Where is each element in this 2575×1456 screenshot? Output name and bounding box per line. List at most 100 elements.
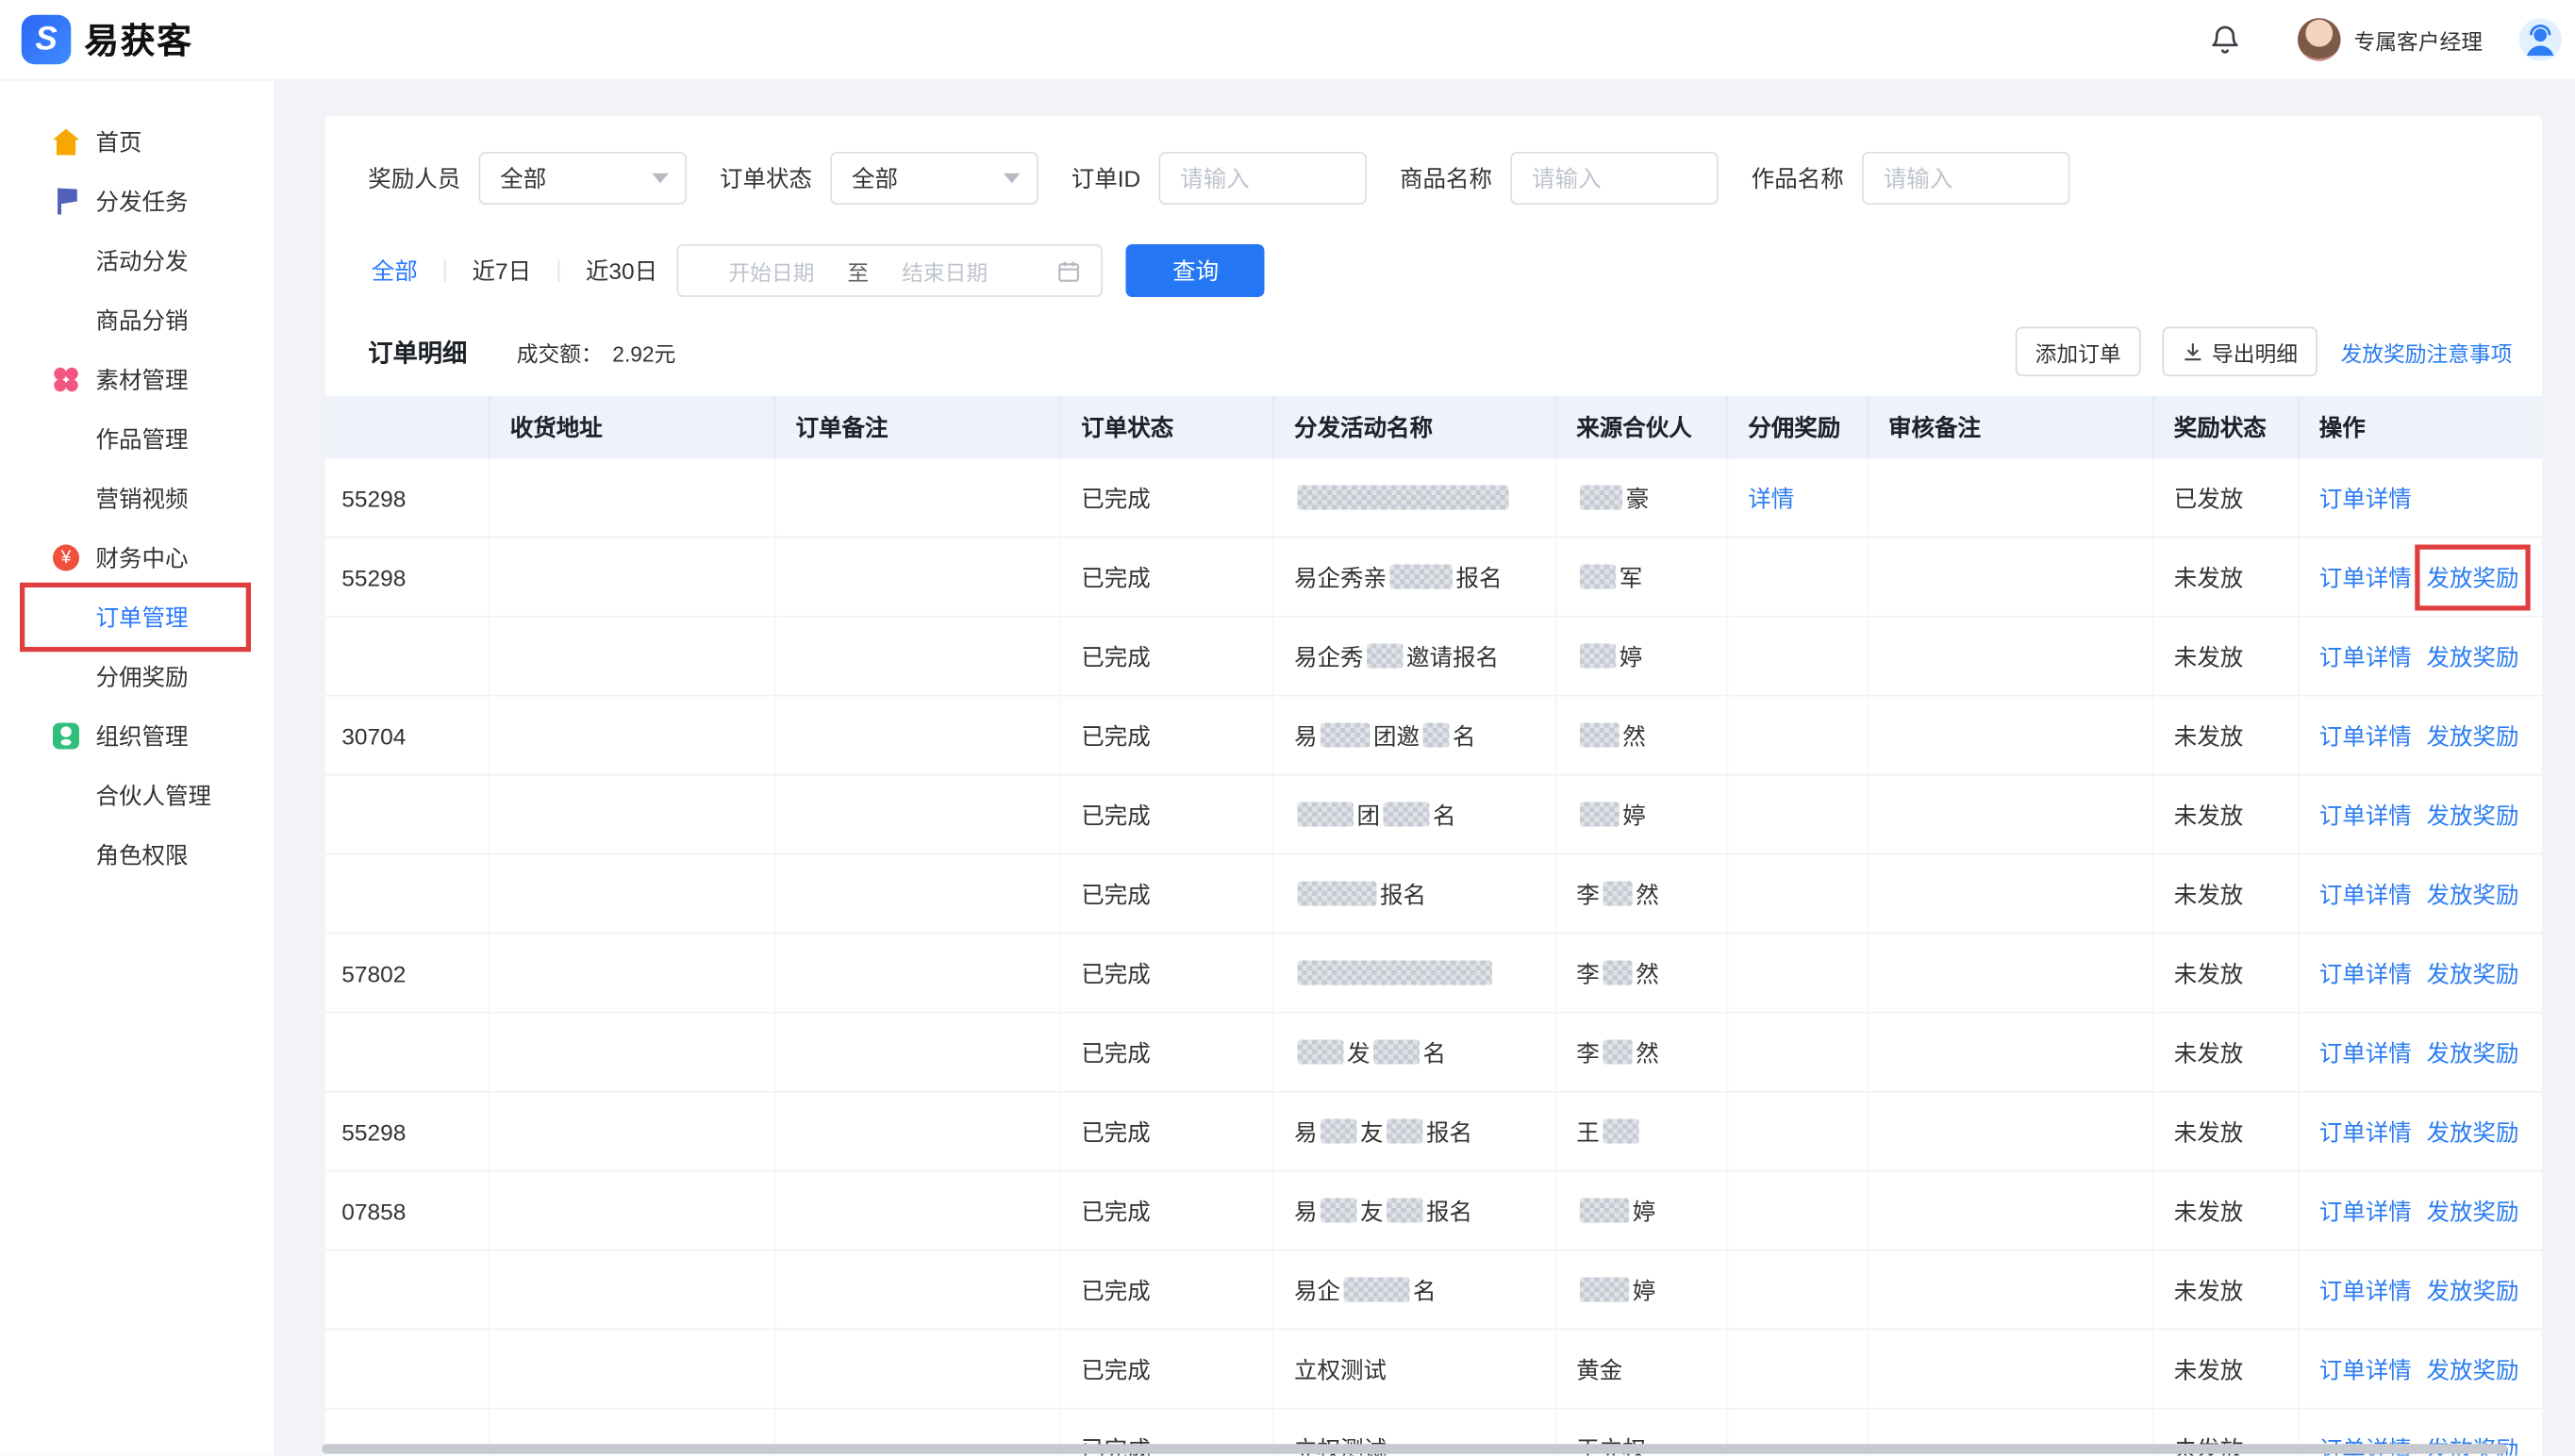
censored-blur [1603, 1119, 1639, 1144]
grant-reward-link[interactable]: 发放奖励 [2427, 1352, 2519, 1385]
cell-text: 军 [1620, 560, 1643, 593]
actions-cell: 订单详情发放奖励 [2300, 538, 2542, 616]
order-detail-link[interactable]: 订单详情 [2319, 639, 2412, 672]
partner-cell: 然 [1556, 697, 1728, 774]
sidebar-item-distribution-tasks[interactable]: 分发任务 [0, 172, 274, 231]
quick-filter-all[interactable]: 全部 [372, 255, 418, 288]
order-detail-link[interactable]: 订单详情 [2319, 1352, 2412, 1385]
work-name-input[interactable] [1862, 152, 2070, 205]
commission-detail-link[interactable]: 详情 [1748, 481, 1794, 514]
product-name-input[interactable] [1510, 152, 1719, 205]
cell-text: 名 [1433, 798, 1456, 831]
horizontal-scrollbar[interactable] [322, 1444, 2575, 1454]
partner-cell: 军 [1556, 538, 1728, 616]
sidebar-item-marketing-videos[interactable]: 营销视频 [0, 469, 274, 528]
start-date-placeholder: 开始日期 [699, 255, 844, 286]
date-range-picker[interactable]: 开始日期 至 结束日期 [677, 244, 1104, 297]
sidebar-item-works-management[interactable]: 作品管理 [0, 409, 274, 469]
amount-label: 成交额： [517, 336, 603, 367]
sidebar-item-organization-management[interactable]: 组织管理 [0, 706, 274, 766]
sidebar-item-partner-management[interactable]: 合伙人管理 [0, 766, 274, 825]
amount-value: 2.92元 [612, 336, 675, 367]
order-detail-link[interactable]: 订单详情 [2319, 481, 2412, 514]
finance-icon [53, 545, 79, 571]
app-root: S 易获客 专属客户经理 首页 [0, 0, 2575, 1456]
sidebar-item-label: 活动分发 [96, 248, 189, 274]
censored-blur [1373, 1040, 1420, 1065]
grant-reward-link[interactable]: 发放奖励 [2427, 1035, 2519, 1068]
order-detail-link[interactable]: 订单详情 [2319, 1273, 2412, 1306]
grant-reward-link[interactable]: 发放奖励 [2427, 1115, 2519, 1148]
grant-reward-link[interactable]: 发放奖励 [2427, 1273, 2519, 1306]
reward-status-cell: 未发放 [2154, 1093, 2300, 1170]
commission-cell [1728, 538, 1869, 616]
order-detail-link[interactable]: 订单详情 [2319, 719, 2412, 752]
section-toolbar: 订单明细 成交额： 2.92元 添加订单 导出明细 发放奖励注意事项 [325, 297, 2542, 376]
sidebar-item-order-management[interactable]: 订单管理 [0, 587, 274, 647]
orders-table: 收货地址订单备注订单状态分发活动名称来源合伙人分佣奖励审核备注奖励状态操作 55… [325, 396, 2542, 1456]
order-status-select[interactable]: 全部 [830, 152, 1038, 205]
quick-filter-30d[interactable]: 近30日 [586, 255, 657, 288]
partner-cell: 王 [1556, 1093, 1728, 1170]
brand-name: 易获客 [84, 15, 193, 65]
cell-text: 名 [1453, 719, 1476, 752]
scrollbar-thumb[interactable] [322, 1444, 2507, 1454]
order-detail-link[interactable]: 订单详情 [2319, 877, 2412, 910]
commission-cell [1728, 697, 1869, 774]
reward-person-label: 奖励人员 [368, 162, 460, 195]
censored-blur [1298, 802, 1354, 827]
order-id-input[interactable] [1159, 152, 1368, 205]
sidebar-item-finance-center[interactable]: 财务中心 [0, 528, 274, 587]
calendar-icon [1057, 258, 1082, 283]
censored-blur [1390, 565, 1454, 589]
order-detail-link[interactable]: 订单详情 [2319, 560, 2412, 593]
sidebar-item-commission-rewards[interactable]: 分佣奖励 [0, 647, 274, 706]
sidebar-item-material-management[interactable]: 素材管理 [0, 350, 274, 409]
quick-filter-7d[interactable]: 近7日 [473, 255, 532, 288]
audit-cell [1869, 1093, 2154, 1170]
org-icon [53, 723, 79, 750]
order-id-cell: 55298 [325, 459, 490, 537]
order-id-cell: 30704 [325, 697, 490, 774]
column-header-5: 来源合伙人 [1556, 396, 1728, 459]
sidebar-item-home[interactable]: 首页 [0, 112, 274, 172]
grant-reward-link[interactable]: 发放奖励 [2427, 798, 2519, 831]
order-detail-link[interactable]: 订单详情 [2319, 1035, 2412, 1068]
notification-bell-icon[interactable] [2208, 24, 2241, 57]
order-detail-link[interactable]: 订单详情 [2319, 798, 2412, 831]
export-button[interactable]: 导出明细 [2162, 327, 2318, 377]
column-header-3: 订单状态 [1061, 396, 1274, 459]
actions-cell: 订单详情发放奖励 [2300, 1172, 2542, 1249]
user-avatar[interactable] [2298, 18, 2341, 61]
cell-text: 团邀 [1373, 719, 1420, 752]
remark-cell [776, 935, 1062, 1012]
censored-blur [1580, 802, 1620, 827]
grant-reward-link[interactable]: 发放奖励 [2427, 560, 2519, 593]
customer-service-icon[interactable] [2519, 18, 2563, 61]
order-status-value: 全部 [852, 162, 898, 195]
order-detail-link[interactable]: 订单详情 [2319, 956, 2412, 989]
order-detail-link[interactable]: 订单详情 [2319, 1194, 2412, 1227]
grant-reward-link[interactable]: 发放奖励 [2427, 639, 2519, 672]
remark-cell [776, 776, 1062, 853]
order-detail-link[interactable]: 订单详情 [2319, 1115, 2412, 1148]
activity-cell: 团名 [1274, 776, 1556, 853]
sidebar-item-product-distribution[interactable]: 商品分销 [0, 290, 274, 350]
actions-cell: 订单详情发放奖励 [2300, 776, 2542, 853]
grant-reward-link[interactable]: 发放奖励 [2427, 877, 2519, 910]
reward-notes-link[interactable]: 发放奖励注意事项 [2340, 336, 2512, 367]
sidebar-item-role-permissions[interactable]: 角色权限 [0, 825, 274, 885]
order-id-cell [325, 1331, 490, 1408]
remark-cell [776, 1331, 1062, 1408]
audit-cell [1869, 618, 2154, 695]
grant-reward-link[interactable]: 发放奖励 [2427, 719, 2519, 752]
sidebar-item-activity-distribution[interactable]: 活动分发 [0, 231, 274, 290]
order-id-cell [325, 1014, 490, 1091]
remark-cell [776, 855, 1062, 933]
add-order-button[interactable]: 添加订单 [2016, 327, 2141, 377]
address-cell [490, 1093, 776, 1170]
grant-reward-link[interactable]: 发放奖励 [2427, 1194, 2519, 1227]
reward-person-select[interactable]: 全部 [479, 152, 688, 205]
grant-reward-link[interactable]: 发放奖励 [2427, 956, 2519, 989]
search-button[interactable]: 查询 [1126, 244, 1265, 297]
